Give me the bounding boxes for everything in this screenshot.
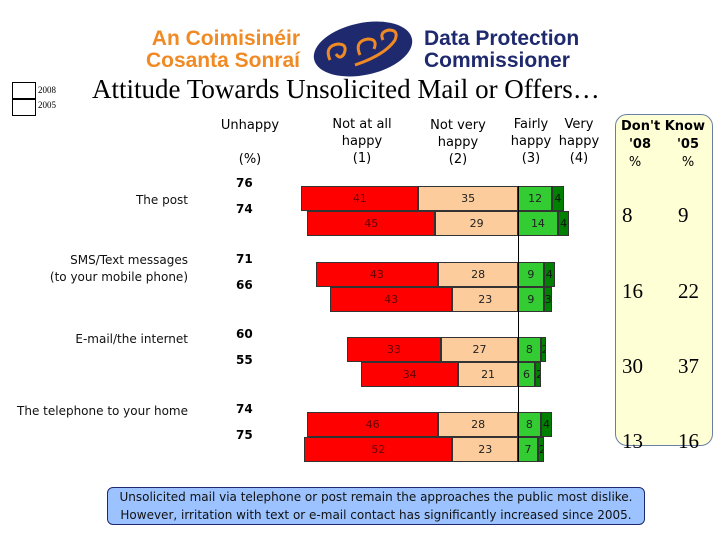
- bar-segment-not-very-2008: 28: [438, 412, 518, 437]
- bar-segment-not-at-all-2005: 45: [307, 211, 436, 236]
- bar-segment-not-at-all-2005: 43: [329, 287, 453, 312]
- summary-note: Unsolicited mail via telephone or post r…: [107, 487, 645, 525]
- logo-irish-line1: An Coimisinéir: [151, 27, 300, 50]
- bar-segment-very-2005: 3: [543, 287, 553, 312]
- category-label: The post: [135, 193, 188, 207]
- legend-box-2005: [12, 98, 36, 116]
- unhappy-total-2008: 76: [236, 176, 253, 190]
- bar-segment-fairly-2008: 8: [518, 412, 541, 437]
- bar-segment-fairly-2005: 7: [518, 437, 538, 462]
- unhappy-total-2005: 55: [236, 353, 253, 367]
- dont-know-2005-value: 22: [678, 279, 699, 303]
- note-line2: However, irritation with text or e-mail …: [120, 508, 632, 522]
- header-not-very-label: Not very happy: [430, 118, 486, 150]
- header-pct: (%): [238, 152, 262, 167]
- bar-segment-fairly-2005: 14: [518, 211, 558, 236]
- header-not-at-all-code: (1): [352, 151, 372, 166]
- bar-segment-not-very-2005: 29: [435, 211, 518, 236]
- header-dk-pct-08: %: [628, 155, 642, 170]
- header-not-at-all-label: Not at all happy: [332, 117, 392, 149]
- bar-segment-not-very-2008: 35: [418, 186, 518, 211]
- bar-segment-very-2005: 2: [537, 437, 544, 462]
- bar-segment-very-2008: 4: [543, 262, 556, 287]
- bar-segment-very-2005: 2: [535, 362, 541, 387]
- bar-segment-not-at-all-2005: 34: [361, 362, 459, 387]
- logo-english-text: Data Protection Commissioner: [424, 28, 579, 72]
- bar-segment-very-2005: 4: [557, 211, 570, 236]
- dont-know-2005-value: 16: [678, 429, 699, 453]
- header-very-label: Very happy: [558, 117, 600, 149]
- dont-know-2005-value: 37: [678, 354, 699, 378]
- logo-irish-line2: Cosanta Sonraí: [145, 49, 300, 72]
- legend-label-2005: 2005: [38, 100, 56, 110]
- bar-segment-not-very-2008: 27: [441, 337, 518, 362]
- header-dont-know: Don't Know: [621, 119, 705, 134]
- logo-irish-text: An Coimisinéir Cosanta Sonraí: [40, 28, 300, 72]
- bar-segment-fairly-2008: 12: [518, 186, 553, 211]
- header-fairly-code: (3): [521, 151, 541, 166]
- unhappy-total-2005: 66: [236, 278, 253, 292]
- header-dk-pct-05: %: [681, 155, 695, 170]
- bar-segment-fairly-2005: 9: [518, 287, 544, 312]
- bar-segment-not-very-2005: 23: [452, 437, 518, 462]
- bar-segment-fairly-2005: 6: [518, 362, 536, 387]
- bar-segment-very-2008: 2: [540, 337, 547, 362]
- header-unhappy: Unhappy: [220, 118, 280, 133]
- note-line1: Unsolicited mail via telephone or post r…: [119, 490, 633, 504]
- header-05: '05: [676, 137, 700, 152]
- bar-segment-not-at-all-2008: 46: [307, 412, 439, 437]
- unhappy-total-2008: 74: [236, 402, 253, 416]
- bar-segment-fairly-2008: 9: [518, 262, 544, 287]
- header-fairly-label: Fairly happy: [510, 117, 552, 149]
- bar-segment-not-at-all-2008: 33: [347, 337, 442, 362]
- logo-english-line2: Commissioner: [424, 49, 570, 72]
- header-not-very: Not very happy (2): [420, 117, 496, 168]
- bar-segment-not-at-all-2005: 52: [304, 437, 453, 462]
- bar-segment-very-2008: 4: [540, 412, 553, 437]
- header-very-code: (4): [569, 151, 589, 166]
- dont-know-2008-value: 8: [622, 203, 633, 227]
- bar-segment-not-very-2008: 28: [438, 262, 518, 287]
- header-fairly: Fairly happy (3): [508, 116, 554, 167]
- bar-segment-not-very-2005: 23: [452, 287, 518, 312]
- unhappy-total-2008: 71: [236, 252, 253, 266]
- header-not-at-all: Not at all happy (1): [322, 116, 402, 167]
- header-not-very-code: (2): [448, 152, 468, 167]
- unhappy-total-2008: 60: [236, 327, 253, 341]
- bar-segment-not-at-all-2008: 43: [315, 262, 439, 287]
- dont-know-2008-value: 16: [622, 279, 643, 303]
- bar-segment-very-2008: 4: [552, 186, 564, 211]
- header-08: '08: [628, 137, 652, 152]
- category-label: SMS/Text messages (to your mobile phone): [49, 253, 188, 284]
- category-label: E-mail/the internet: [75, 332, 188, 346]
- logo-english-line1: Data Protection: [424, 27, 580, 50]
- unhappy-total-2005: 74: [236, 202, 253, 216]
- page-title: Attitude Towards Unsolicited Mail or Off…: [92, 74, 600, 104]
- bar-segment-fairly-2008: 8: [518, 337, 541, 362]
- unhappy-total-2005: 75: [236, 428, 253, 442]
- dont-know-2008-value: 13: [622, 429, 643, 453]
- bar-segment-not-at-all-2008: 41: [301, 186, 419, 211]
- category-label: The telephone to your home: [17, 404, 188, 418]
- header-very: Very happy (4): [556, 116, 602, 167]
- legend-label-2008: 2008: [38, 85, 56, 95]
- dont-know-2005-value: 9: [678, 203, 689, 227]
- spiral-logo-icon: [313, 21, 413, 77]
- dont-know-2008-value: 30: [622, 354, 643, 378]
- center-axis-line: [518, 186, 519, 462]
- bar-segment-not-very-2005: 21: [458, 362, 518, 387]
